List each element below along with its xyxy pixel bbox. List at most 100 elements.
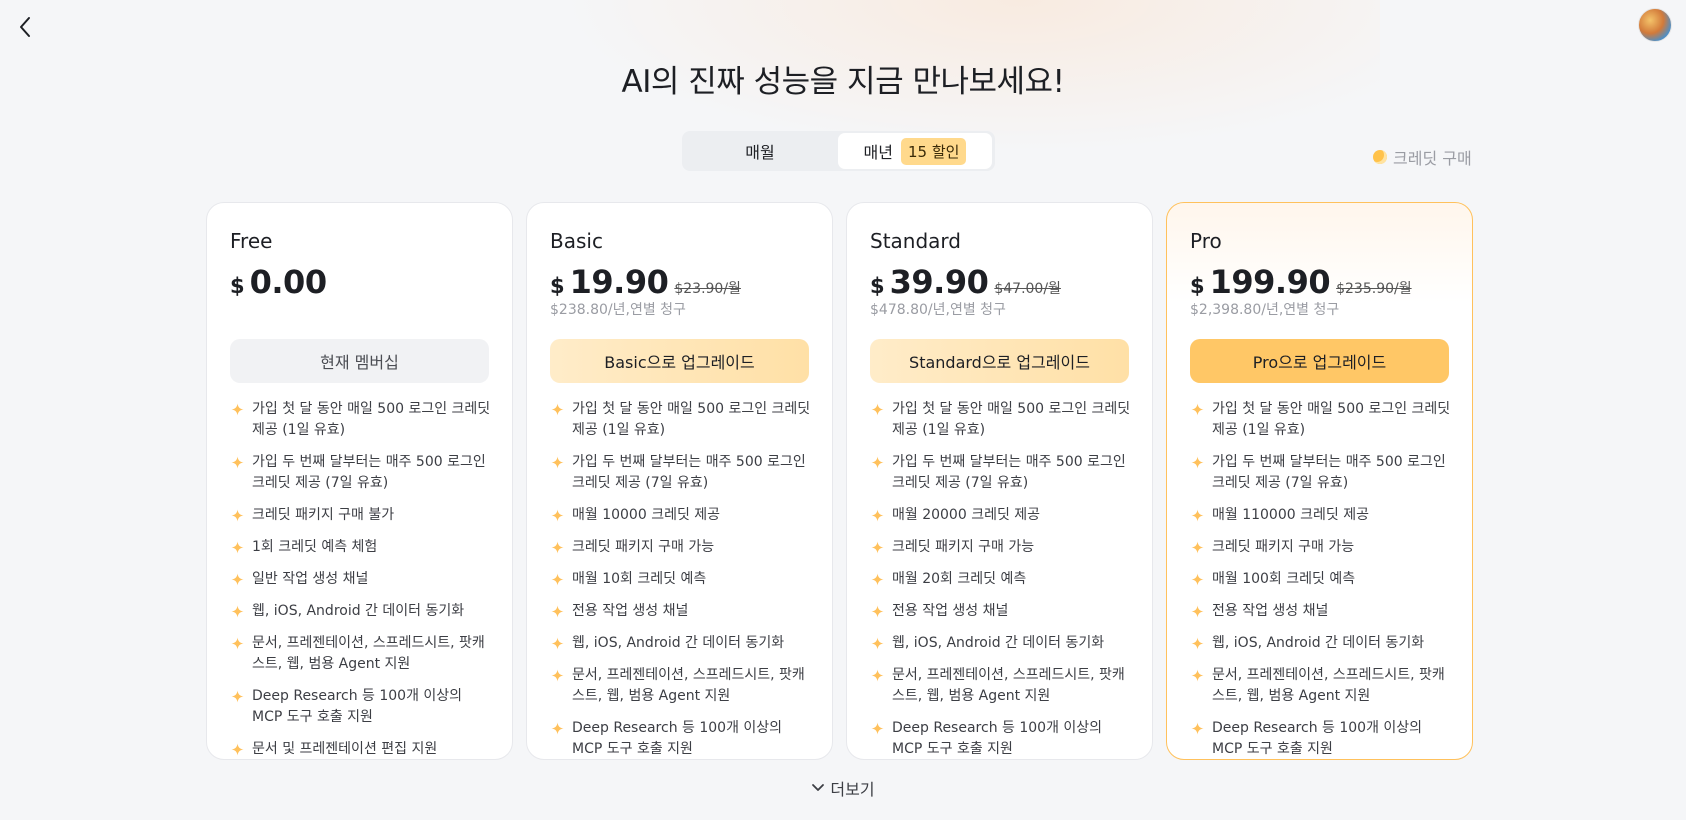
price-row: $ 0.00 — [230, 263, 333, 301]
price-row: $ 199.90 $235.90/월 — [1190, 263, 1412, 301]
plan-name: Standard — [870, 229, 961, 253]
sparkle-icon — [231, 743, 244, 756]
sparkle-icon — [231, 605, 244, 618]
more-button[interactable]: 더보기 — [811, 776, 875, 800]
feature-text: 전용 작업 생성 채널 — [892, 603, 1009, 619]
sparkle-icon — [871, 722, 884, 735]
sparkle-icon — [871, 573, 884, 586]
sparkle-icon — [231, 456, 244, 469]
sparkle-icon — [231, 637, 244, 650]
sparkle-icon — [231, 403, 244, 416]
currency-symbol: $ — [230, 274, 245, 298]
annual-billing-note: $238.80/년,연별 청구 — [550, 302, 686, 318]
more-row: 더보기 — [0, 776, 1686, 800]
feature-text: 웹, iOS, Android 간 데이터 동기화 — [892, 635, 1105, 651]
feature-list: 가입 첫 달 동안 매일 500 로그인 크레딧 제공 (1일 유효) 가입 두… — [550, 399, 815, 759]
discount-badge: 15 할인 — [900, 137, 967, 165]
sparkle-icon — [1191, 509, 1204, 522]
feature-item: 가입 두 번째 달부터는 매주 500 로그인 크레딧 제공 (7일 유효) — [870, 452, 1135, 494]
feature-text: 매월 10회 크레딧 예측 — [572, 571, 707, 587]
feature-text: 문서 및 프레젠테이션 편집 지원 — [252, 741, 438, 757]
feature-item: 1회 크레딧 예측 체험 — [230, 537, 495, 558]
plan-card-pro: Pro $ 199.90 $235.90/월 $2,398.80/년,연별 청구… — [1166, 202, 1473, 760]
feature-item: 전용 작업 생성 채널 — [550, 601, 815, 622]
feature-text: Deep Research 등 100개 이상의 MCP 도구 호출 지원 — [892, 720, 1103, 757]
feature-text: 가입 두 번째 달부터는 매주 500 로그인 크레딧 제공 (7일 유효) — [1212, 454, 1446, 491]
feature-item: 문서, 프레젠테이션, 스프레드시트, 팟캐스트, 웹, 범용 Agent 지원 — [1190, 665, 1455, 707]
plan-name: Pro — [1190, 229, 1222, 253]
feature-list: 가입 첫 달 동안 매일 500 로그인 크레딧 제공 (1일 유효) 가입 두… — [230, 399, 495, 759]
sparkle-icon — [551, 637, 564, 650]
feature-item: 매월 10000 크레딧 제공 — [550, 505, 815, 526]
feature-text: 1회 크레딧 예측 체험 — [252, 539, 378, 555]
billing-toggle: 매월 매년 15 할인 — [682, 131, 995, 171]
feature-text: Deep Research 등 100개 이상의 MCP 도구 호출 지원 — [1212, 720, 1423, 757]
feature-text: 가입 두 번째 달부터는 매주 500 로그인 크레딧 제공 (7일 유효) — [572, 454, 806, 491]
sparkle-icon — [871, 669, 884, 682]
currency-symbol: $ — [1190, 274, 1205, 298]
sparkle-icon — [1191, 456, 1204, 469]
sparkle-icon — [1191, 637, 1204, 650]
price-row: $ 39.90 $47.00/월 — [870, 263, 1061, 301]
feature-text: 문서, 프레젠테이션, 스프레드시트, 팟캐스트, 웹, 범용 Agent 지원 — [1212, 667, 1445, 704]
feature-text: 가입 첫 달 동안 매일 500 로그인 크레딧 제공 (1일 유효) — [572, 401, 811, 438]
sparkle-icon — [551, 509, 564, 522]
avatar[interactable] — [1638, 8, 1672, 42]
feature-item: 문서, 프레젠테이션, 스프레드시트, 팟캐스트, 웹, 범용 Agent 지원 — [550, 665, 815, 707]
feature-item: 웹, iOS, Android 간 데이터 동기화 — [550, 633, 815, 654]
tab-monthly[interactable]: 매월 — [682, 131, 838, 171]
feature-item: 가입 첫 달 동안 매일 500 로그인 크레딧 제공 (1일 유효) — [230, 399, 495, 441]
sparkle-icon — [871, 403, 884, 416]
tab-yearly-label: 매년 — [863, 143, 893, 162]
sparkle-icon — [1191, 722, 1204, 735]
feature-list: 가입 첫 달 동안 매일 500 로그인 크레딧 제공 (1일 유효) 가입 두… — [870, 399, 1135, 759]
feature-text: 가입 첫 달 동안 매일 500 로그인 크레딧 제공 (1일 유효) — [252, 401, 491, 438]
sparkle-icon — [551, 456, 564, 469]
page-title: AI의 진짜 성능을 지금 만나보세요! — [621, 64, 1065, 100]
plan-price: 0.00 — [249, 263, 327, 301]
plan-cta-button[interactable]: Pro으로 업그레이드 — [1190, 339, 1449, 383]
sparkle-icon — [231, 573, 244, 586]
plan-price: 19.90 — [569, 263, 669, 301]
feature-item: 웹, iOS, Android 간 데이터 동기화 — [230, 601, 495, 622]
sparkle-icon — [551, 573, 564, 586]
sparkle-icon — [871, 637, 884, 650]
back-button[interactable] — [10, 12, 40, 42]
tab-yearly[interactable]: 매년 15 할인 — [838, 133, 992, 169]
annual-billing-note: $478.80/년,연별 청구 — [870, 302, 1006, 318]
feature-text: 전용 작업 생성 채널 — [572, 603, 689, 619]
feature-item: 웹, iOS, Android 간 데이터 동기화 — [870, 633, 1135, 654]
feature-item: 가입 두 번째 달부터는 매주 500 로그인 크레딧 제공 (7일 유효) — [550, 452, 815, 494]
feature-text: 가입 두 번째 달부터는 매주 500 로그인 크레딧 제공 (7일 유효) — [252, 454, 486, 491]
coin-icon — [1373, 150, 1387, 164]
feature-text: 일반 작업 생성 채널 — [252, 571, 369, 587]
feature-item: 크레딧 패키지 구매 불가 — [230, 505, 495, 526]
feature-item: Deep Research 등 100개 이상의 MCP 도구 호출 지원 — [550, 718, 815, 759]
feature-item: 문서, 프레젠테이션, 스프레드시트, 팟캐스트, 웹, 범용 Agent 지원 — [870, 665, 1135, 707]
feature-item: 크레딧 패키지 구매 가능 — [870, 537, 1135, 558]
feature-item: 전용 작업 생성 채널 — [1190, 601, 1455, 622]
credit-purchase-link[interactable]: 크레딧 구매 — [1373, 145, 1472, 169]
plan-cta-button[interactable]: 현재 멤버십 — [230, 339, 489, 383]
feature-item: 문서 및 프레젠테이션 편집 지원 — [230, 739, 495, 759]
feature-item: 매월 10회 크레딧 예측 — [550, 569, 815, 590]
sparkle-icon — [871, 456, 884, 469]
chevron-left-icon — [20, 17, 30, 37]
plan-cta-button[interactable]: Basic으로 업그레이드 — [550, 339, 809, 383]
sparkle-icon — [551, 541, 564, 554]
feature-text: 문서, 프레젠테이션, 스프레드시트, 팟캐스트, 웹, 범용 Agent 지원 — [572, 667, 805, 704]
feature-text: 크레딧 패키지 구매 불가 — [252, 507, 395, 523]
more-label: 더보기 — [830, 780, 875, 799]
plan-cta-button[interactable]: Standard으로 업그레이드 — [870, 339, 1129, 383]
feature-item: 가입 두 번째 달부터는 매주 500 로그인 크레딧 제공 (7일 유효) — [1190, 452, 1455, 494]
feature-text: 크레딧 패키지 구매 가능 — [892, 539, 1035, 555]
feature-text: 매월 100회 크레딧 예측 — [1212, 571, 1356, 587]
price-row: $ 19.90 $23.90/월 — [550, 263, 741, 301]
feature-text: 크레딧 패키지 구매 가능 — [572, 539, 715, 555]
sparkle-icon — [231, 509, 244, 522]
original-price: $47.00/월 — [994, 281, 1061, 297]
plan-price: 199.90 — [1209, 263, 1331, 301]
feature-text: 전용 작업 생성 채널 — [1212, 603, 1329, 619]
feature-item: Deep Research 등 100개 이상의 MCP 도구 호출 지원 — [870, 718, 1135, 759]
feature-item: 가입 두 번째 달부터는 매주 500 로그인 크레딧 제공 (7일 유효) — [230, 452, 495, 494]
